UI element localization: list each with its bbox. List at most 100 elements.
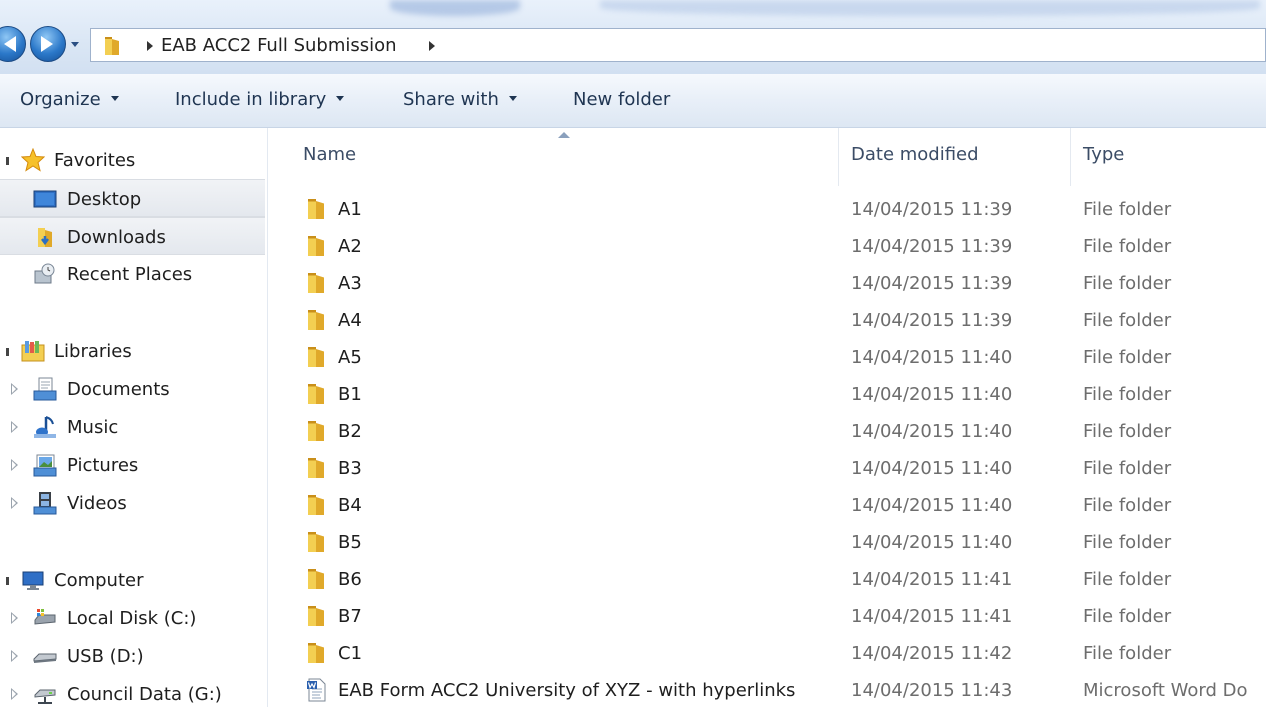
folder-icon bbox=[308, 458, 324, 478]
table-row[interactable]: B6 14/04/2015 11:41 File folder bbox=[268, 561, 1266, 598]
recent-places-icon bbox=[34, 263, 55, 284]
breadcrumb-current-folder[interactable]: EAB ACC2 Full Submission bbox=[161, 35, 397, 56]
nav-group-computer[interactable]: Computer bbox=[0, 561, 265, 599]
file-type: File folder bbox=[1083, 236, 1172, 257]
file-type: File folder bbox=[1083, 643, 1172, 664]
table-row[interactable]: A4 14/04/2015 11:39 File folder bbox=[268, 302, 1266, 339]
file-type: File folder bbox=[1083, 495, 1172, 516]
nav-item-downloads[interactable]: Downloads bbox=[0, 217, 265, 255]
file-type: File folder bbox=[1083, 458, 1172, 479]
expand-arrow-icon[interactable] bbox=[11, 650, 18, 662]
nav-label-libraries: Libraries bbox=[54, 341, 132, 362]
include-in-library-button[interactable]: Include in library bbox=[175, 89, 345, 110]
column-divider[interactable] bbox=[838, 128, 839, 186]
nav-item-pictures[interactable]: Pictures bbox=[0, 446, 265, 484]
nav-item-videos[interactable]: Videos bbox=[0, 484, 265, 522]
table-row[interactable]: A2 14/04/2015 11:39 File folder bbox=[268, 228, 1266, 265]
nav-item-usb[interactable]: USB (D:) bbox=[0, 637, 265, 675]
table-row[interactable]: B7 14/04/2015 11:41 File folder bbox=[268, 598, 1266, 635]
file-name: B4 bbox=[338, 495, 362, 516]
breadcrumb-chevron-icon[interactable] bbox=[147, 41, 153, 51]
expand-arrow-icon[interactable] bbox=[11, 688, 18, 700]
file-date-modified: 14/04/2015 11:40 bbox=[851, 384, 1013, 405]
table-row[interactable]: B2 14/04/2015 11:40 File folder bbox=[268, 413, 1266, 450]
nav-item-desktop[interactable]: Desktop bbox=[0, 179, 265, 217]
nav-item-recent-places[interactable]: Recent Places bbox=[0, 255, 265, 293]
file-date-modified: 14/04/2015 11:43 bbox=[851, 680, 1013, 701]
nav-label-recent-places: Recent Places bbox=[67, 264, 193, 285]
file-date-modified: 14/04/2015 11:41 bbox=[851, 569, 1013, 590]
share-with-label: Share with bbox=[403, 89, 499, 110]
nav-item-documents[interactable]: Documents bbox=[0, 370, 265, 408]
folder-icon bbox=[308, 421, 324, 441]
share-with-button[interactable]: Share with bbox=[403, 89, 517, 110]
forward-button[interactable] bbox=[30, 26, 66, 62]
nav-label-usb: USB (D:) bbox=[67, 646, 144, 667]
file-type: File folder bbox=[1083, 199, 1172, 220]
column-header-name[interactable]: Name bbox=[303, 144, 356, 165]
nav-group-libraries[interactable]: Libraries bbox=[0, 332, 265, 370]
star-icon bbox=[21, 148, 45, 172]
file-name: EAB Form ACC2 University of XYZ - with h… bbox=[338, 680, 796, 701]
local-disk-icon bbox=[34, 609, 56, 625]
address-path-box[interactable]: EAB ACC2 Full Submission bbox=[90, 28, 1266, 62]
expand-arrow-icon[interactable] bbox=[11, 459, 18, 471]
file-type: File folder bbox=[1083, 273, 1172, 294]
desktop-icon bbox=[33, 190, 57, 208]
column-header-date-modified[interactable]: Date modified bbox=[851, 144, 979, 165]
nav-item-council-data[interactable]: Council Data (G:) bbox=[0, 675, 265, 713]
file-type: File folder bbox=[1083, 310, 1172, 331]
file-date-modified: 14/04/2015 11:39 bbox=[851, 236, 1013, 257]
table-row[interactable]: A1 14/04/2015 11:39 File folder bbox=[268, 191, 1266, 228]
file-date-modified: 14/04/2015 11:40 bbox=[851, 347, 1013, 368]
column-header-type[interactable]: Type bbox=[1083, 144, 1124, 165]
pictures-icon bbox=[33, 454, 57, 477]
expanded-marker-icon bbox=[6, 157, 9, 165]
table-row[interactable]: EAB Form ACC2 University of XYZ - with h… bbox=[268, 672, 1266, 709]
back-button[interactable] bbox=[0, 26, 26, 62]
column-divider[interactable] bbox=[1070, 128, 1071, 186]
table-row[interactable]: A5 14/04/2015 11:40 File folder bbox=[268, 339, 1266, 376]
expand-arrow-icon[interactable] bbox=[11, 612, 18, 624]
table-row[interactable]: A3 14/04/2015 11:39 File folder bbox=[268, 265, 1266, 302]
expand-arrow-icon[interactable] bbox=[11, 383, 18, 395]
file-name: B2 bbox=[338, 421, 362, 442]
music-note-icon bbox=[34, 416, 56, 438]
folder-icon bbox=[308, 495, 324, 515]
nav-item-music[interactable]: Music bbox=[0, 408, 265, 446]
file-name: A4 bbox=[338, 310, 362, 331]
file-date-modified: 14/04/2015 11:42 bbox=[851, 643, 1013, 664]
folder-icon bbox=[308, 236, 324, 256]
table-row[interactable]: C1 14/04/2015 11:42 File folder bbox=[268, 635, 1266, 672]
file-name: B3 bbox=[338, 458, 362, 479]
file-name: B1 bbox=[338, 384, 362, 405]
organize-label: Organize bbox=[20, 89, 101, 110]
folder-icon bbox=[308, 347, 324, 367]
file-name: A5 bbox=[338, 347, 362, 368]
file-date-modified: 14/04/2015 11:40 bbox=[851, 458, 1013, 479]
file-type: File folder bbox=[1083, 532, 1172, 553]
table-row[interactable]: B5 14/04/2015 11:40 File folder bbox=[268, 524, 1266, 561]
new-folder-button[interactable]: New folder bbox=[573, 89, 670, 110]
file-date-modified: 14/04/2015 11:40 bbox=[851, 532, 1013, 553]
command-bar: Organize Include in library Share with N… bbox=[0, 74, 1266, 128]
file-type: File folder bbox=[1083, 421, 1172, 442]
expanded-marker-icon bbox=[6, 348, 9, 356]
expand-arrow-icon[interactable] bbox=[11, 497, 18, 509]
table-row[interactable]: B3 14/04/2015 11:40 File folder bbox=[268, 450, 1266, 487]
organize-button[interactable]: Organize bbox=[20, 89, 119, 110]
file-list: Name Date modified Type A1 14/04/2015 11:… bbox=[268, 128, 1266, 707]
computer-icon bbox=[22, 571, 44, 590]
nav-item-local-disk[interactable]: Local Disk (C:) bbox=[0, 599, 265, 637]
nav-group-favorites[interactable]: Favorites bbox=[0, 141, 265, 179]
breadcrumb-chevron-icon[interactable] bbox=[429, 41, 435, 51]
table-row[interactable]: B4 14/04/2015 11:40 File folder bbox=[268, 487, 1266, 524]
file-name: B5 bbox=[338, 532, 362, 553]
caret-down-icon bbox=[508, 96, 517, 101]
videos-film-icon bbox=[33, 492, 57, 515]
downloads-folder-icon bbox=[38, 228, 52, 247]
table-row[interactable]: B1 14/04/2015 11:40 File folder bbox=[268, 376, 1266, 413]
recent-pages-dropdown[interactable] bbox=[70, 40, 80, 50]
expand-arrow-icon[interactable] bbox=[11, 421, 18, 433]
nav-label-downloads: Downloads bbox=[67, 227, 166, 248]
